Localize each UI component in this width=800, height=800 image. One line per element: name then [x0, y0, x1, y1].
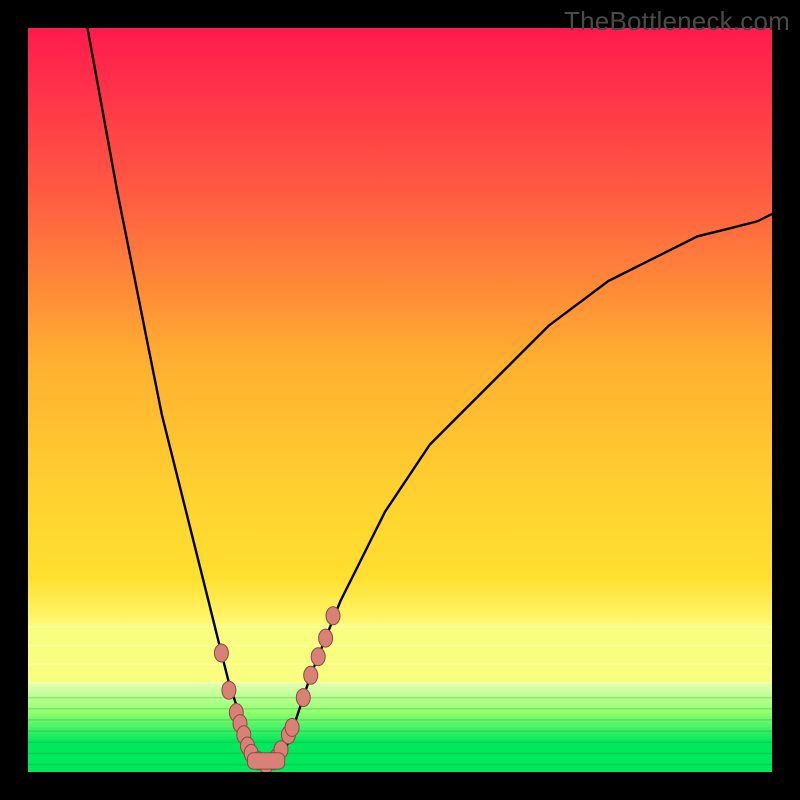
chart-frame: TheBottleneck.com	[0, 0, 800, 800]
bottleneck-plot-svg	[28, 28, 772, 772]
curve-marker	[304, 666, 318, 684]
plot-area	[28, 28, 772, 772]
trough-connector-bar	[248, 753, 285, 769]
watermark-text: TheBottleneck.com	[564, 6, 790, 37]
curve-marker	[311, 648, 325, 666]
gradient-background	[28, 28, 772, 772]
curve-marker	[319, 629, 333, 647]
curve-marker	[296, 689, 310, 707]
curve-marker	[222, 681, 236, 699]
curve-marker	[214, 644, 228, 662]
curve-marker	[285, 718, 299, 736]
curve-marker	[326, 607, 340, 625]
